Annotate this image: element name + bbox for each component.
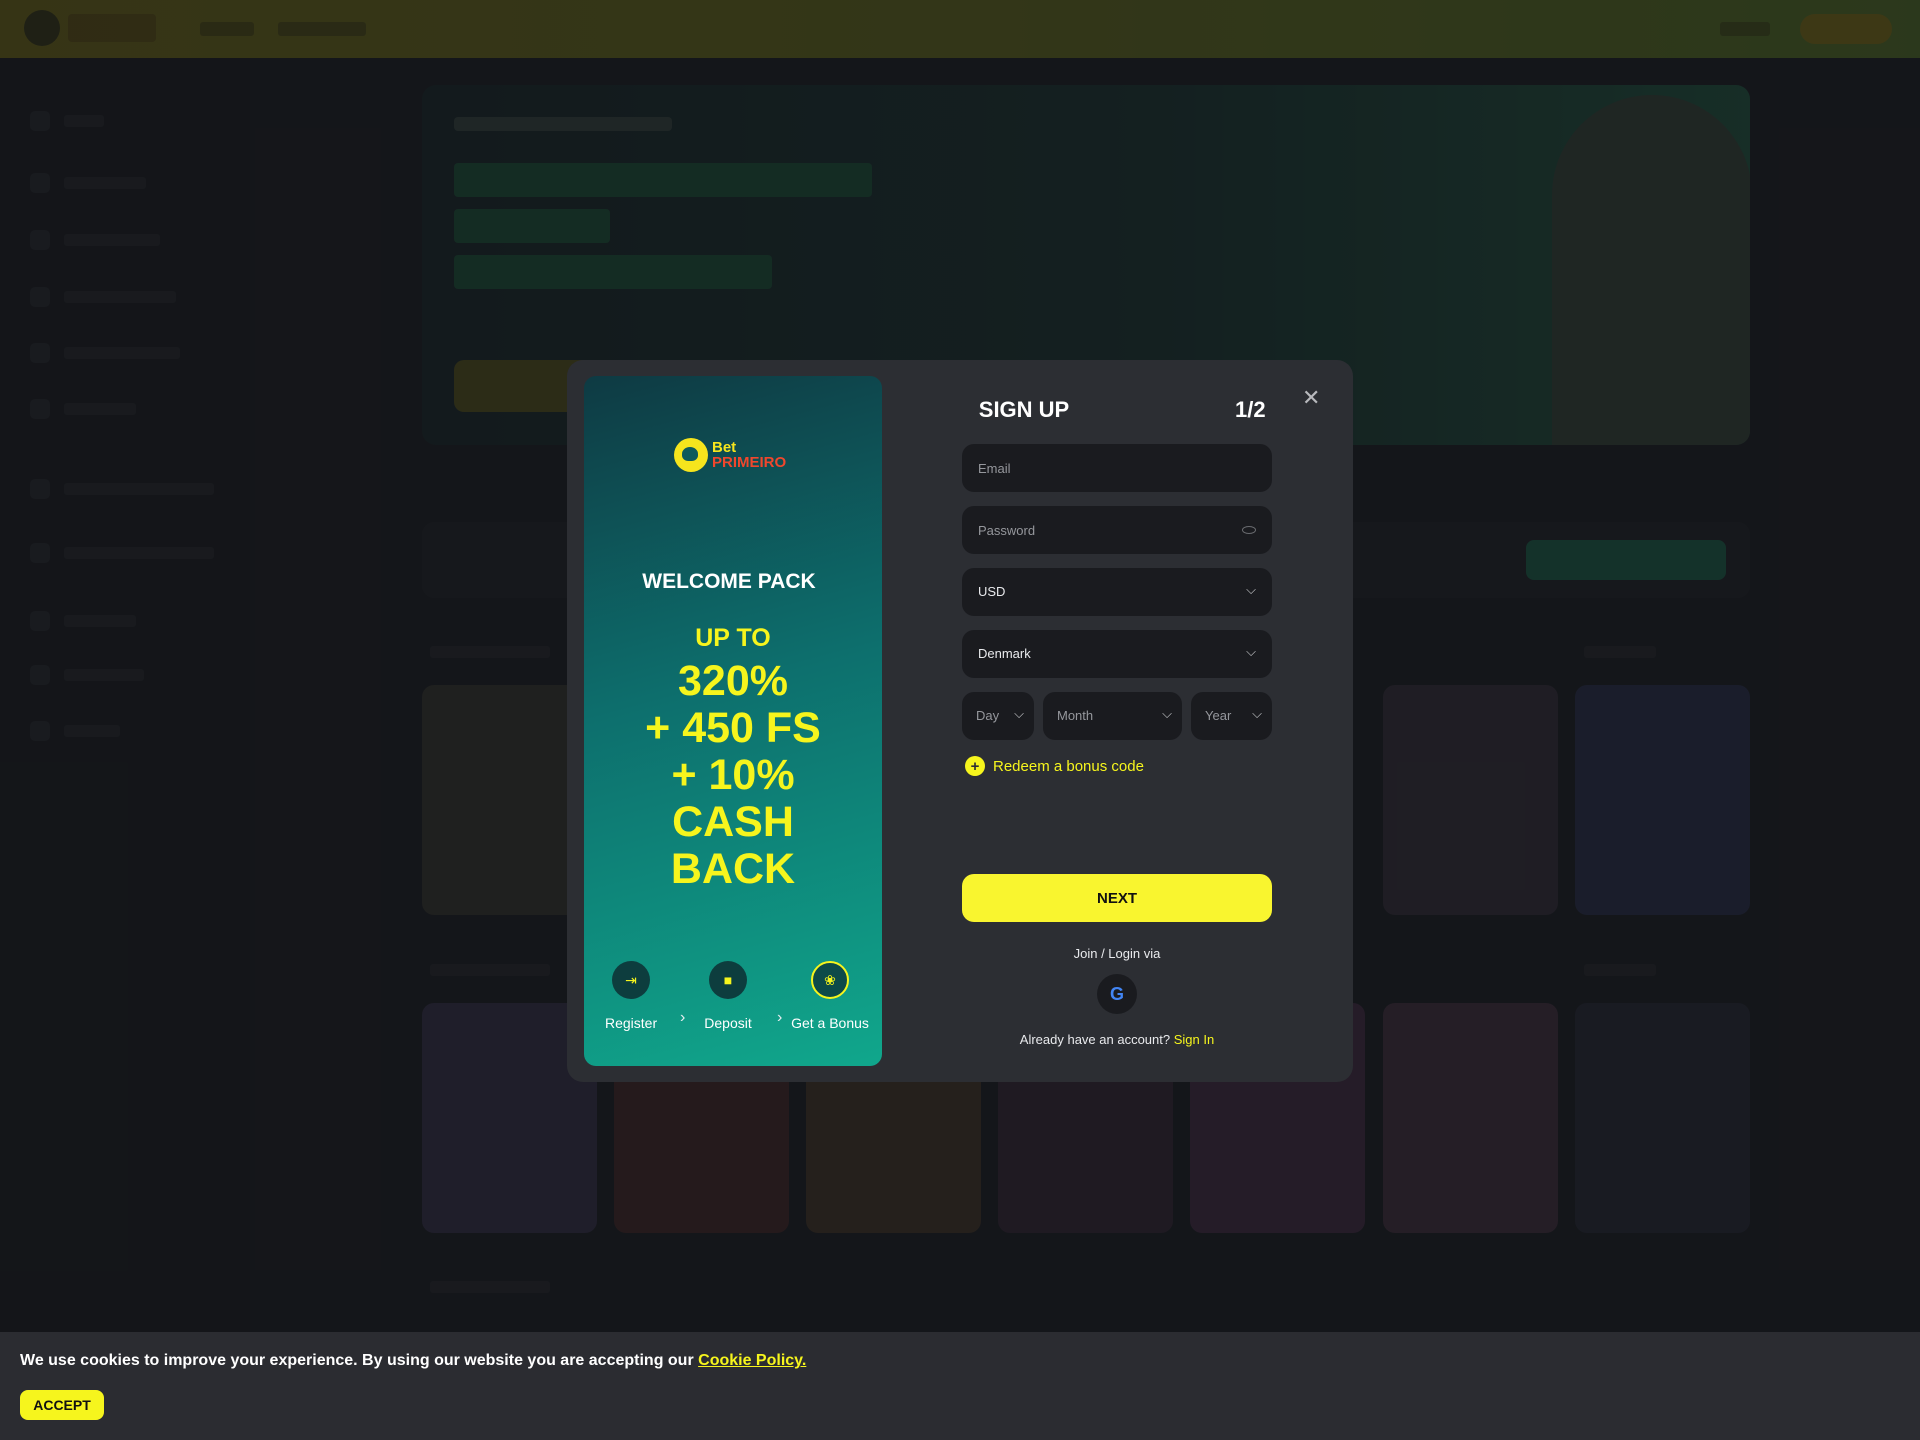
birth-year-select[interactable]: Year ⌵ xyxy=(1191,692,1272,740)
accept-cookies-button[interactable]: ACCEPT xyxy=(20,1390,104,1420)
offer-line: BACK xyxy=(670,845,796,893)
signup-modal: Bet PRIMEIRO WELCOME PACK UP TO 320% + 4… xyxy=(567,360,1353,1082)
day-placeholder: Day xyxy=(976,708,1000,723)
birth-month-select[interactable]: Month ⌵ xyxy=(1043,692,1182,740)
brand-logo: Bet PRIMEIRO xyxy=(674,438,786,472)
offer-text: 320% + 450 FS + 10% CASH BACK xyxy=(584,658,882,893)
tiger-logo-icon xyxy=(674,438,708,472)
country-select[interactable]: Denmark ⌵ xyxy=(962,630,1272,678)
gift-icon: ❀ xyxy=(811,961,849,999)
offer-line: 320% xyxy=(678,657,788,705)
show-password-icon[interactable] xyxy=(1242,526,1256,534)
country-value: Denmark xyxy=(978,646,1031,661)
brand-name-line1: Bet xyxy=(712,439,737,456)
offer-line: CASH xyxy=(672,798,794,846)
cookie-text: We use cookies to improve your experienc… xyxy=(20,1352,694,1369)
chevron-right-icon: › xyxy=(680,1009,686,1026)
password-input[interactable] xyxy=(978,506,1248,554)
step-get-bonus: ❀ Get a Bonus xyxy=(790,961,870,1031)
welcome-pack-title: WELCOME PACK xyxy=(642,570,816,593)
step-deposit: ■ Deposit xyxy=(702,961,754,1031)
offer-prefix: UP TO xyxy=(695,624,771,652)
sign-in-link[interactable]: Sign In xyxy=(1174,1032,1214,1047)
cookie-banner: We use cookies to improve your experienc… xyxy=(0,1332,1920,1440)
step-register: ⇥ Register xyxy=(605,961,657,1031)
chevron-down-icon: ⌵ xyxy=(1246,644,1256,659)
year-placeholder: Year xyxy=(1205,708,1232,723)
wallet-icon: ■ xyxy=(709,961,747,999)
password-field[interactable] xyxy=(962,506,1272,554)
modal-title: SIGN UP xyxy=(978,397,1070,422)
step-label: Deposit xyxy=(704,1015,752,1031)
welcome-pack-panel: Bet PRIMEIRO WELCOME PACK UP TO 320% + 4… xyxy=(584,376,882,1066)
social-login-label: Join / Login via xyxy=(1073,946,1161,961)
cookie-policy-link[interactable]: Cookie Policy. xyxy=(698,1352,806,1369)
email-field[interactable] xyxy=(962,444,1272,492)
chevron-down-icon: ⌵ xyxy=(1252,706,1262,721)
login-arrow-icon: ⇥ xyxy=(612,961,650,999)
birth-day-select[interactable]: Day ⌵ xyxy=(962,692,1034,740)
email-input[interactable] xyxy=(978,444,1248,492)
plus-icon: + xyxy=(965,756,985,776)
brand-name-line2: PRIMEIRO xyxy=(712,454,787,471)
google-icon[interactable]: G xyxy=(1097,974,1137,1014)
cookie-message: We use cookies to improve your experienc… xyxy=(20,1352,806,1370)
chevron-down-icon: ⌵ xyxy=(1246,582,1256,597)
step-label: Register xyxy=(605,1015,658,1031)
offer-line: + 450 FS xyxy=(645,704,821,752)
chevron-right-icon: › xyxy=(777,1009,783,1026)
chevron-down-icon: ⌵ xyxy=(1162,706,1172,721)
step-indicator: 1/2 xyxy=(1235,397,1266,422)
redeem-bonus-label: Redeem a bonus code xyxy=(993,757,1144,775)
close-icon[interactable]: ✕ xyxy=(1302,385,1320,411)
currency-value: USD xyxy=(978,584,1006,599)
next-button[interactable]: NEXT xyxy=(962,874,1272,922)
signin-prompt-text: Already have an account? xyxy=(1019,1032,1171,1047)
redeem-bonus-link[interactable]: + Redeem a bonus code xyxy=(965,756,1144,776)
signin-prompt: Already have an account? Sign In xyxy=(962,1032,1272,1047)
month-placeholder: Month xyxy=(1057,708,1094,723)
step-label: Get a Bonus xyxy=(791,1015,869,1031)
chevron-down-icon: ⌵ xyxy=(1014,706,1024,721)
currency-select[interactable]: USD ⌵ xyxy=(962,568,1272,616)
offer-line: + 10% xyxy=(671,751,795,799)
